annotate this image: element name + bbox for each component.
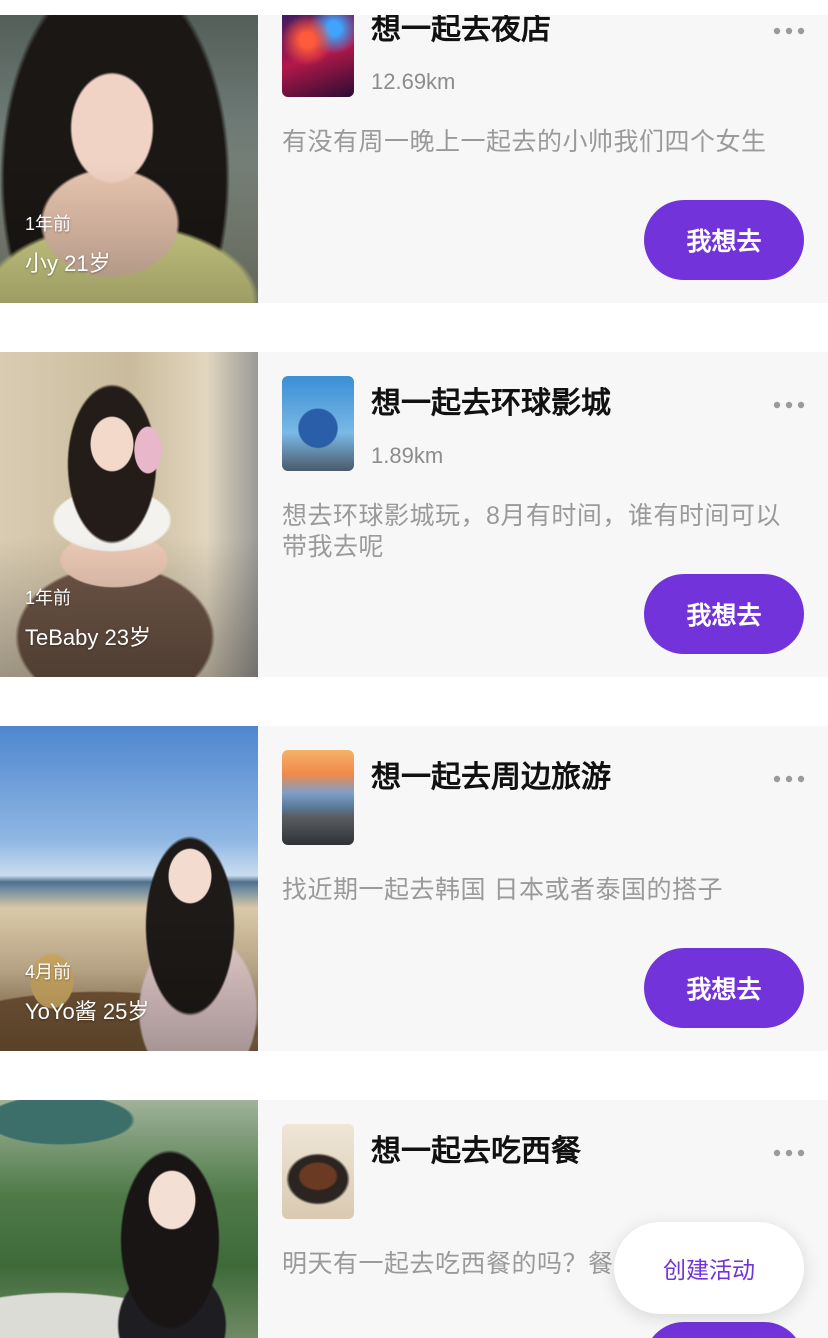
activity-card[interactable]: 1年前 小y 21岁 想一起去夜店 12.69km 有没有周一晚上一起去的小帅我… [0,13,828,303]
post-time: 1年前 [25,588,72,608]
nightclub-thumbnail [282,15,354,97]
user-photo[interactable]: 1年前 TeBaby 23岁 [0,352,258,677]
activity-title: 想一起去周边旅游 [371,761,611,794]
post-time: 4月前 [25,962,72,982]
activity-card[interactable]: 1年前 TeBaby 23岁 想一起去环球影城 1.89km 想去环球影城玩，8… [0,352,828,677]
more-options-icon[interactable] [771,772,807,786]
activity-description: 找近期一起去韩国 日本或者泰国的搭子 [282,876,723,904]
more-options-icon[interactable] [771,398,807,412]
want-to-go-button[interactable]: 我想去 [644,948,804,1028]
user-photo[interactable] [0,1100,258,1338]
user-photo[interactable]: 1年前 小y 21岁 [0,15,258,303]
activity-list-screen: 1年前 小y 21岁 想一起去夜店 12.69km 有没有周一晚上一起去的小帅我… [0,0,828,1338]
user-name-age: TeBaby 23岁 [25,625,151,650]
more-options-icon[interactable] [771,24,807,38]
create-activity-button[interactable]: 创建活动 [614,1222,804,1314]
distance-label: 1.89km [371,443,444,468]
user-name-age: 小y 21岁 [25,251,111,276]
user-photo[interactable]: 4月前 YoYo酱 25岁 [0,726,258,1051]
user-name-age: YoYo酱 25岁 [25,999,150,1024]
activity-card[interactable]: 4月前 YoYo酱 25岁 想一起去周边旅游 找近期一起去韩国 日本或者泰国的搭… [0,726,828,1051]
scenic-road-thumbnail [282,750,354,845]
universal-studios-thumbnail [282,376,354,471]
activity-description: 有没有周一晚上一起去的小帅我们四个女生 [282,128,767,156]
distance-label: 12.69km [371,69,456,94]
want-to-go-button[interactable] [644,1322,804,1338]
activity-title: 想一起去吃西餐 [371,1135,581,1168]
activity-title: 想一起去夜店 [371,13,551,46]
activity-description: 想去环球影城玩，8月有时间，谁有时间可以带我去呢 [282,502,781,561]
want-to-go-button[interactable]: 我想去 [644,574,804,654]
activity-title: 想一起去环球影城 [371,387,611,420]
want-to-go-button[interactable]: 我想去 [644,200,804,280]
steak-thumbnail [282,1124,354,1219]
more-options-icon[interactable] [771,1146,807,1160]
post-time: 1年前 [25,214,72,234]
